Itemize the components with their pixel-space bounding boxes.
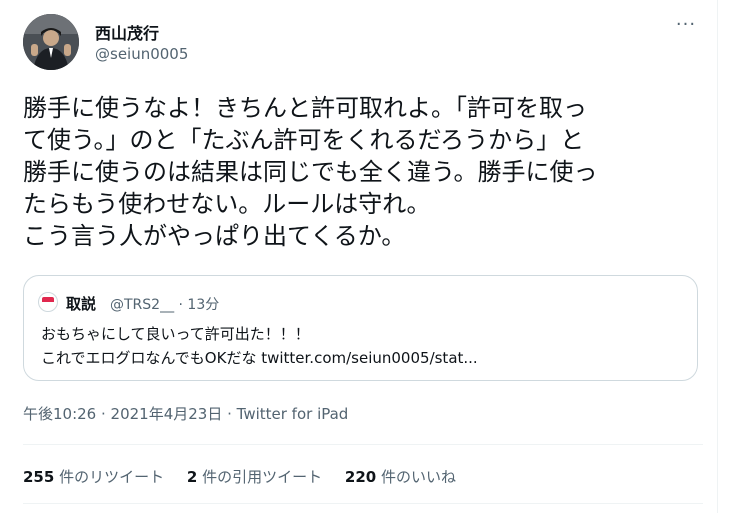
avatar-photo [23, 14, 79, 70]
tweet-card: 西山茂行 @seiun0005 ··· 勝手に使うなよ！きちんと許可取れよ。「許… [0, 0, 718, 513]
quote-count[interactable]: 2 件の引用ツイート [187, 466, 322, 487]
retweet-count[interactable]: 255 件のリツイート [23, 466, 164, 487]
quoted-avatar-icon[interactable] [38, 292, 58, 312]
author-avatar[interactable] [23, 14, 79, 70]
tweet-text: 勝手に使うなよ！きちんと許可取れよ。「許可を取っ て使う。」のと「たぶん許可をく… [23, 94, 598, 250]
quoted-text: おもちゃにして良いって許可出た！！！ これでエログロなんでもOKだな twitt… [41, 325, 478, 367]
author-name[interactable]: 西山茂行 [95, 20, 159, 44]
quoted-tweet[interactable]: 取説 @TRS2__ · 13分 おもちゃにして良いって許可出た！！！ これでエ… [23, 275, 698, 381]
quoted-meta: @TRS2__ · 13分 [110, 297, 220, 313]
like-count[interactable]: 220 件のいいね [345, 466, 456, 487]
divider [23, 444, 703, 445]
quoted-author-name: 取説 [66, 295, 97, 313]
divider [23, 503, 703, 504]
tweet-timestamp[interactable]: 午後10:26 · 2021年4月23日 · Twitter for iPad [23, 403, 348, 424]
engagement-stats: 255 件のリツイート 2 件の引用ツイート 220 件のいいね [23, 466, 474, 487]
more-icon[interactable]: ··· [670, 14, 702, 40]
author-handle[interactable]: @seiun0005 [95, 45, 188, 63]
